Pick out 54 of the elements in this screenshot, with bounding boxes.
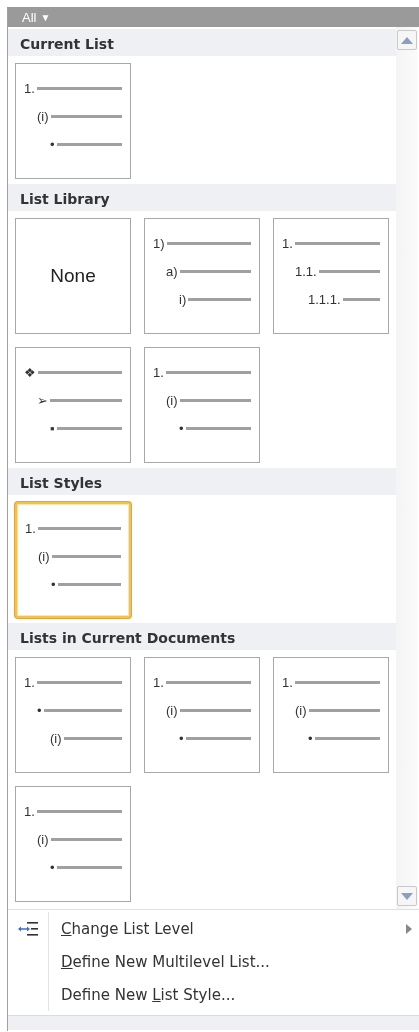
list-marker: • xyxy=(179,420,184,436)
list-marker: • xyxy=(308,730,313,746)
list-style-tile[interactable]: 1. (i) • xyxy=(15,786,131,902)
list-marker: a) xyxy=(166,263,178,279)
list-marker: (i) xyxy=(50,730,62,746)
list-marker: ▪ xyxy=(50,420,55,436)
list-style-tile[interactable]: 1. (i) • xyxy=(273,657,389,773)
list-marker: (i) xyxy=(166,392,178,408)
list-marker: ❖ xyxy=(24,364,36,380)
menu-item[interactable]: Define New Multilevel List... xyxy=(61,952,419,971)
list-marker: • xyxy=(50,859,55,875)
list-marker: 1. xyxy=(282,235,293,251)
section-header: List Library xyxy=(8,184,396,211)
scroll-down-button[interactable] xyxy=(397,886,417,906)
list-style-tile[interactable]: 1. (i) • xyxy=(144,657,260,773)
list-style-tile[interactable]: 1) a) i) xyxy=(144,218,260,334)
list-marker: • xyxy=(50,136,55,152)
list-marker: 1. xyxy=(25,520,36,536)
scroll-up-button[interactable] xyxy=(397,30,417,50)
list-marker: i) xyxy=(179,291,187,307)
list-marker: 1. xyxy=(153,674,164,690)
down-arrow-icon xyxy=(401,892,413,900)
list-marker: 1. xyxy=(24,803,35,819)
list-style-tile[interactable]: 1. • (i) xyxy=(15,657,131,773)
section-header: Lists in Current Documents xyxy=(8,623,396,650)
list-marker: • xyxy=(37,702,42,718)
section-header: Current List xyxy=(8,29,396,56)
menu-item[interactable]: Define New List Style... xyxy=(61,985,419,1004)
list-style-tile[interactable]: ❖ ➢ ▪ xyxy=(15,347,131,463)
list-style-tile[interactable]: 1. (i) • xyxy=(15,63,131,179)
list-marker: 1. xyxy=(153,364,164,380)
list-style-tile[interactable]: 1. (i) • xyxy=(144,347,260,463)
list-marker: (i) xyxy=(295,702,307,718)
list-style-tile[interactable]: 1.1.1. 1.1.1. xyxy=(273,218,389,334)
list-marker: ➢ xyxy=(37,392,48,408)
section-header: List Styles xyxy=(8,468,396,495)
list-marker: (i) xyxy=(38,548,50,564)
list-style-tile[interactable]: 1. (i) • xyxy=(15,502,131,618)
menu-item[interactable]: Change List Level xyxy=(61,919,406,938)
up-arrow-icon xyxy=(401,36,413,44)
list-marker: (i) xyxy=(37,108,49,124)
list-marker: • xyxy=(51,576,56,592)
list-level-icon xyxy=(18,921,38,936)
list-marker: 1. xyxy=(24,80,35,96)
list-marker: (i) xyxy=(37,831,49,847)
list-marker: • xyxy=(179,730,184,746)
list-marker: 1. xyxy=(24,674,35,690)
list-marker: 1) xyxy=(153,235,165,251)
submenu-arrow-icon xyxy=(406,923,412,934)
list-marker: 1.1. xyxy=(295,263,317,279)
list-marker: (i) xyxy=(166,702,178,718)
list-marker: 1.1.1. xyxy=(308,291,341,307)
list-style-tile[interactable]: None xyxy=(15,218,131,334)
list-marker: 1. xyxy=(282,674,293,690)
